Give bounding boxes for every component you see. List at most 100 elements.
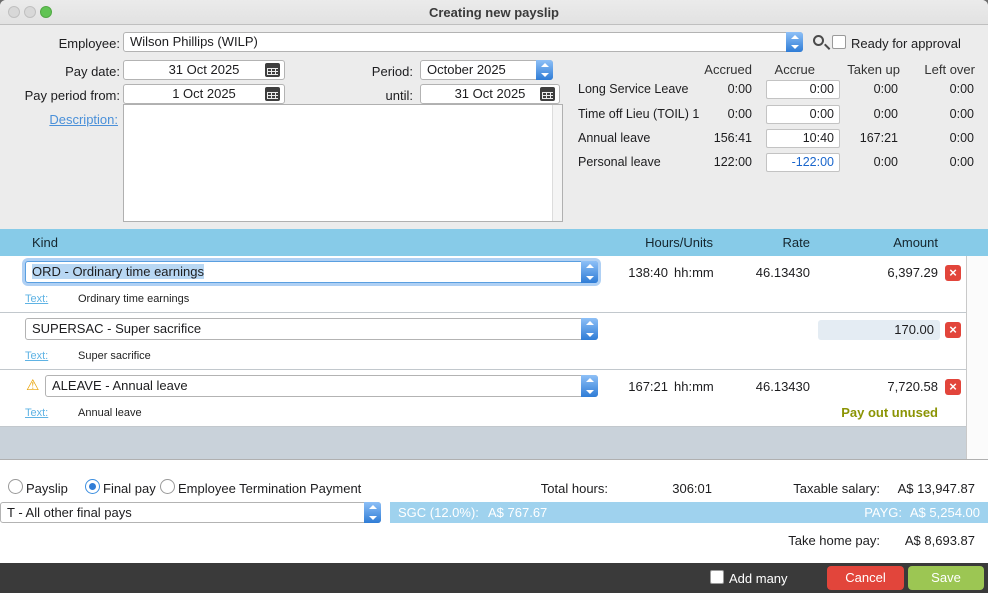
line-unit: hh:mm xyxy=(674,265,714,280)
final-pay-kind-combo[interactable]: T - All other final pays xyxy=(0,502,381,523)
stepper-icon[interactable] xyxy=(581,261,598,283)
employee-value: Wilson Phillips (WILP) xyxy=(130,34,258,49)
delete-line-icon[interactable] xyxy=(945,322,961,338)
radio-etp[interactable] xyxy=(160,479,175,494)
pay-period-from-field[interactable]: 1 Oct 2025 xyxy=(123,84,285,104)
total-hours-label: Total hours: xyxy=(540,481,608,496)
lines-table-header: Kind Hours/Units Rate Amount xyxy=(0,229,988,256)
line-note: Pay out unused xyxy=(841,405,938,420)
payg-value: A$ 5,254.00 xyxy=(909,505,980,520)
leave-row-name: Time off Lieu (TOIL) 1 xyxy=(578,107,700,121)
leave-left-over-value: 0:00 xyxy=(949,155,974,169)
line-kind-combo[interactable]: SUPERSAC - Super sacrifice xyxy=(25,318,598,340)
until-value: 31 Oct 2025 xyxy=(454,86,526,101)
calendar-icon[interactable] xyxy=(265,87,280,101)
ready-for-approval-label: Ready for approval xyxy=(851,36,961,51)
employee-label: Employee: xyxy=(58,36,120,51)
leave-taken-up-value: 0:00 xyxy=(873,155,898,169)
line-rate: 46.13430 xyxy=(755,265,810,280)
leave-accrue-input[interactable]: 10:40 xyxy=(766,129,840,148)
leave-taken-up-value: 0:00 xyxy=(873,82,898,96)
line-text-link[interactable]: Text: xyxy=(25,350,48,362)
leave-accrued-value: 122:00 xyxy=(713,155,752,169)
leave-col-accrue: Accrue xyxy=(774,62,815,77)
footer-bar: Add many Cancel Save xyxy=(0,563,988,593)
stepper-icon[interactable] xyxy=(581,375,598,397)
leave-taken-up-value: 167:21 xyxy=(859,131,898,145)
radio-etp-label: Employee Termination Payment xyxy=(178,481,362,496)
add-many-checkbox[interactable] xyxy=(710,570,724,584)
calendar-icon[interactable] xyxy=(540,87,555,101)
cancel-button[interactable]: Cancel xyxy=(827,566,904,590)
take-home-value: A$ 8,693.87 xyxy=(904,533,975,548)
line-amount-input[interactable]: 170.00 xyxy=(818,320,940,340)
employee-combo[interactable]: Wilson Phillips (WILP) xyxy=(123,32,803,52)
warning-icon: ⚠ xyxy=(26,377,40,394)
line-rate: 46.13430 xyxy=(755,379,810,394)
line-kind-combo[interactable]: ALEAVE - Annual leave xyxy=(45,375,598,397)
final-pay-kind-value: T - All other final pays xyxy=(7,505,132,520)
pay-date-field[interactable]: 31 Oct 2025 xyxy=(123,60,285,80)
stepper-icon[interactable] xyxy=(536,60,553,80)
description-textarea[interactable] xyxy=(123,104,563,222)
sgc-value: A$ 767.67 xyxy=(488,505,548,520)
leave-left-over-value: 0:00 xyxy=(949,107,974,121)
leave-accrue-input[interactable]: -122:00 xyxy=(766,153,840,172)
leave-accrued-value: 0:00 xyxy=(727,107,752,121)
col-kind: Kind xyxy=(32,235,59,250)
line-kind-value: ALEAVE - Annual leave xyxy=(52,378,188,393)
stepper-icon[interactable] xyxy=(786,32,803,52)
taxable-salary-value: A$ 13,947.87 xyxy=(897,481,975,496)
lines-table-empty-area xyxy=(0,427,966,459)
leave-col-left-over: Left over xyxy=(924,62,975,77)
leave-left-over-value: 0:00 xyxy=(949,82,974,96)
pay-period-from-label: Pay period from: xyxy=(24,88,120,103)
leave-accrue-input[interactable]: 0:00 xyxy=(766,80,840,99)
until-field[interactable]: 31 Oct 2025 xyxy=(420,84,560,104)
radio-final-pay-label: Final pay xyxy=(103,481,156,496)
delete-line-icon[interactable] xyxy=(945,379,961,395)
line-text-link[interactable]: Text: xyxy=(25,407,48,419)
stepper-icon[interactable] xyxy=(364,502,381,523)
calendar-icon[interactable] xyxy=(265,63,280,77)
pay-date-label: Pay date: xyxy=(65,64,120,79)
add-many-label: Add many xyxy=(729,571,788,586)
line-kind-value: SUPERSAC - Super sacrifice xyxy=(32,321,202,336)
col-rate: Rate xyxy=(782,235,810,250)
sgc-payg-bar: SGC (12.0%): A$ 767.67 PAYG: A$ 5,254.00 xyxy=(390,502,988,523)
payslip-window: Creating new payslip Employee: Wilson Ph… xyxy=(0,0,988,593)
line-unit: hh:mm xyxy=(674,379,714,394)
search-icon[interactable] xyxy=(813,35,824,46)
line-kind-combo[interactable]: ORD - Ordinary time earnings xyxy=(25,261,598,283)
radio-final-pay[interactable] xyxy=(85,479,100,494)
period-combo[interactable]: October 2025 xyxy=(420,60,553,80)
description-link[interactable]: Description: xyxy=(18,112,118,127)
leave-row-name: Annual leave xyxy=(578,131,651,145)
pay-date-value: 31 Oct 2025 xyxy=(168,62,240,77)
textarea-scrollbar[interactable] xyxy=(552,105,562,221)
save-button[interactable]: Save xyxy=(908,566,984,590)
line-kind-value: ORD - Ordinary time earnings xyxy=(32,264,204,279)
until-label: until: xyxy=(385,88,413,103)
col-amount: Amount xyxy=(893,235,938,250)
col-hours-units: Hours/Units xyxy=(645,235,713,250)
payslip-line-row: SUPERSAC - Super sacrifice 170.00 Text: … xyxy=(0,313,966,370)
delete-line-icon[interactable] xyxy=(945,265,961,281)
line-hours: 138:40 xyxy=(628,265,668,280)
period-label: Period: xyxy=(371,64,413,79)
line-hours: 167:21 xyxy=(628,379,668,394)
ready-for-approval-checkbox[interactable] xyxy=(832,35,846,49)
line-text-value: Ordinary time earnings xyxy=(78,293,190,305)
table-scrollbar[interactable] xyxy=(966,256,988,459)
leave-accrue-input[interactable]: 0:00 xyxy=(766,105,840,124)
radio-payslip[interactable] xyxy=(8,479,23,494)
line-text-value: Super sacrifice xyxy=(78,350,151,362)
leave-row-name: Personal leave xyxy=(578,155,661,169)
radio-payslip-label: Payslip xyxy=(26,481,68,496)
stepper-icon[interactable] xyxy=(581,318,598,340)
payslip-line-row: ORD - Ordinary time earnings 138:40 hh:m… xyxy=(0,256,966,313)
line-text-link[interactable]: Text: xyxy=(25,293,48,305)
payg-label: PAYG: xyxy=(864,505,902,520)
period-value: October 2025 xyxy=(427,62,506,77)
leave-left-over-value: 0:00 xyxy=(949,131,974,145)
